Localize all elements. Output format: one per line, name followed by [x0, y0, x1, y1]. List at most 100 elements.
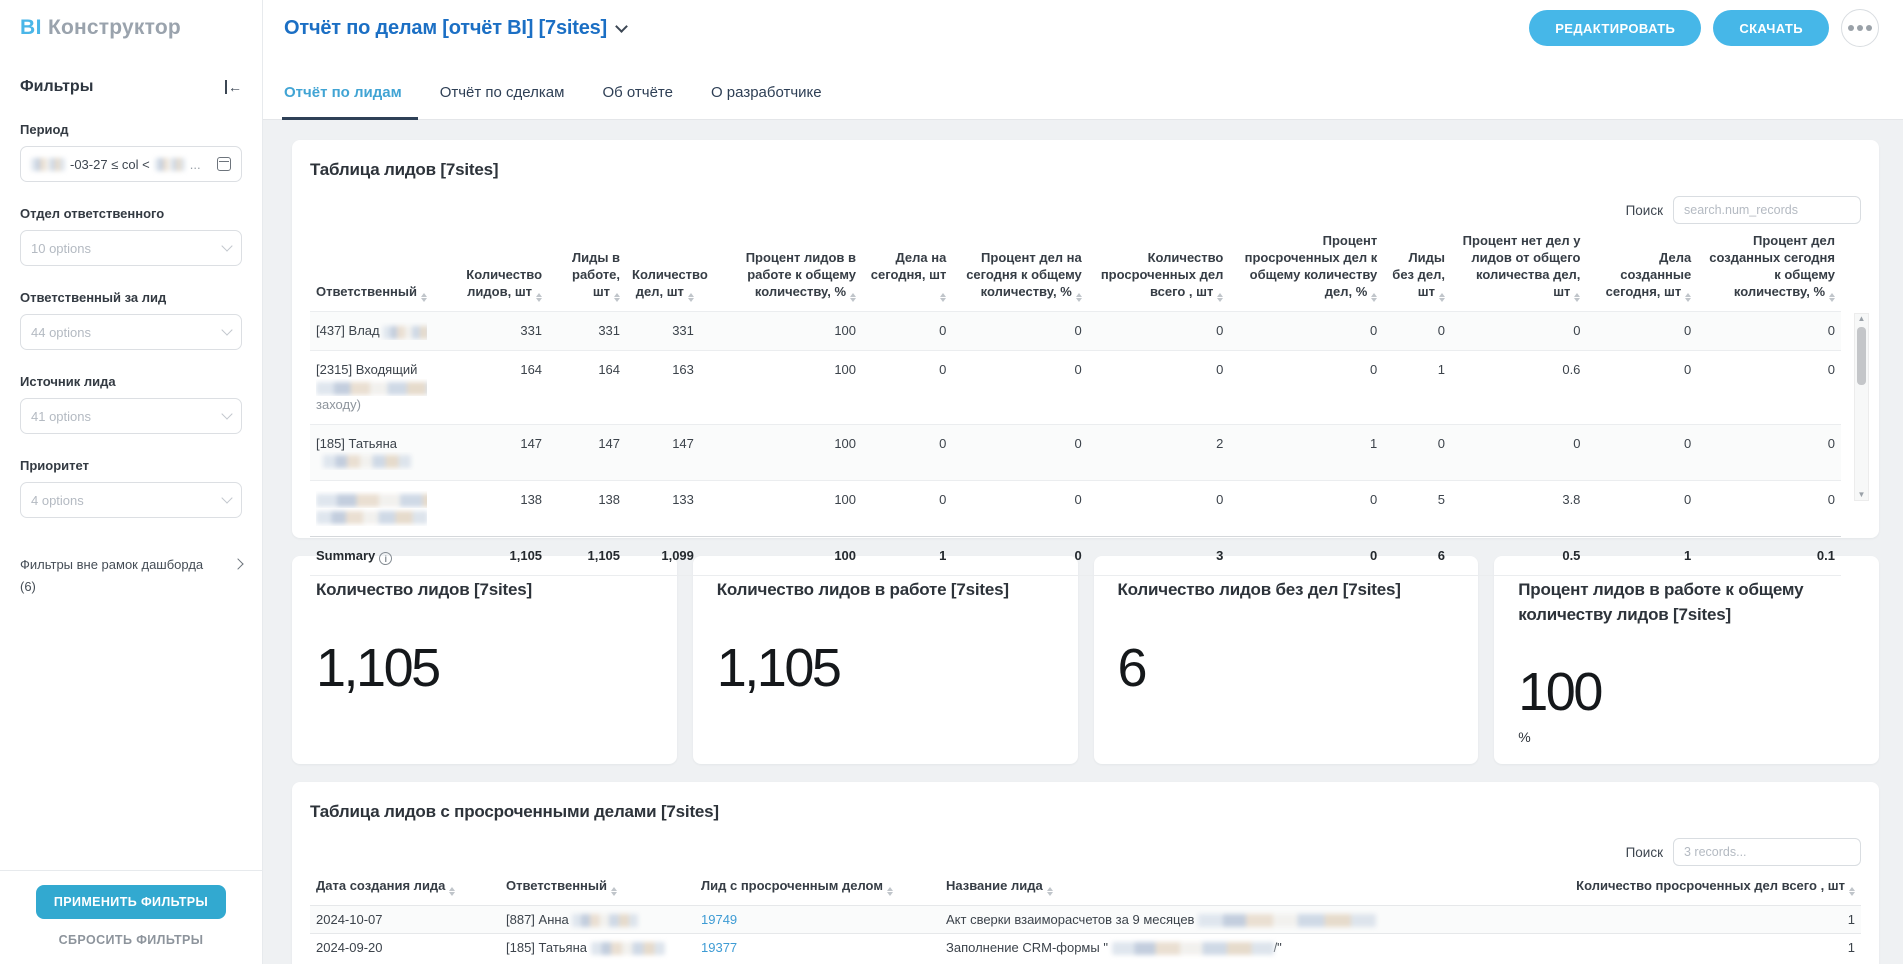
overdue-table-card: Таблица лидов с просроченными делами [7s… [292, 782, 1879, 964]
source-select[interactable]: 41 options [20, 398, 242, 434]
apply-filters-button[interactable]: ПРИМЕНИТЬ ФИЛЬТРЫ [36, 885, 226, 919]
lead-link[interactable]: 19749 [701, 912, 737, 927]
value-cell: 0 [952, 480, 1087, 536]
column-header-label: Лид с просроченным делом [701, 878, 883, 893]
kpi-unit: % [1518, 729, 1855, 745]
chevron-down-icon [221, 492, 232, 503]
column-header[interactable]: Количество просроченных дел всего , шт [1530, 870, 1861, 906]
value-cell: 5 [1383, 480, 1451, 536]
table-row: [2315] Входящийзаходу)164164163100000010… [310, 351, 1841, 425]
responsible-select[interactable]: 44 options [20, 314, 242, 350]
info-icon[interactable]: i [379, 552, 392, 565]
sort-icon [449, 887, 455, 896]
column-header[interactable]: Количество просроченных дел всего , шт [1088, 226, 1230, 312]
priority-select[interactable]: 4 options [20, 482, 242, 518]
filter-label: Приоритет [20, 458, 242, 473]
scroll-up-icon[interactable]: ▲ [1858, 314, 1866, 324]
report-title: Отчёт по делам [отчёт BI] [7sites] [284, 17, 607, 40]
edit-button[interactable]: РЕДАКТИРОВАТЬ [1529, 10, 1701, 46]
redacted-text [155, 158, 185, 171]
leads-search-input[interactable] [1673, 196, 1861, 224]
column-header[interactable]: Процент просроченных дел к общему количе… [1229, 226, 1383, 312]
download-button[interactable]: СКАЧАТЬ [1713, 10, 1829, 46]
filter-label: Отдел ответственного [20, 206, 242, 221]
value-cell: 331 [548, 312, 626, 351]
filters-sidebar: Фильтры ← Период -03-27 ≤ col < ... Отде… [0, 56, 263, 964]
tab-Отчёт по сделкам[interactable]: Отчёт по сделкам [440, 84, 565, 119]
department-select[interactable]: 10 options [20, 230, 242, 266]
lead-id-cell: 19749 [695, 906, 940, 934]
column-header[interactable]: Дела созданные сегодня, шт [1586, 226, 1697, 312]
summary-value-cell: 1 [862, 536, 952, 576]
column-header[interactable]: Лиды в работе, шт [548, 226, 626, 312]
value-cell: 0 [1697, 312, 1841, 351]
lead-link[interactable]: 19377 [701, 940, 737, 955]
value-cell: 0 [1697, 351, 1841, 425]
sort-icon [1849, 887, 1855, 896]
column-header[interactable]: Дела на сегодня, шт [862, 226, 952, 312]
overdue-search-input[interactable] [1673, 838, 1861, 866]
reset-filters-button[interactable]: СБРОСИТЬ ФИЛЬТРЫ [59, 933, 204, 947]
sort-icon [611, 887, 617, 896]
header-row: Дата создания лида Ответственный Лид с про… [310, 870, 1861, 906]
column-header[interactable]: Название лида [940, 870, 1530, 906]
column-header[interactable]: Процент лидов в работе к общему количест… [700, 226, 862, 312]
kpi-card-leads-count: Количество лидов [7sites] 1,105 [292, 556, 677, 764]
column-header[interactable]: Количество дел, шт [626, 226, 700, 312]
name-line [316, 491, 427, 509]
filter-label: Период [20, 122, 242, 137]
responsible-cell: [185] Татьяна [500, 934, 695, 962]
column-header-label: Ответственный [506, 878, 607, 893]
logo-word: Конструктор [48, 16, 181, 40]
column-header-label: Процент нет дел у лидов от общего количе… [1463, 233, 1581, 299]
overdue-table-title: Таблица лидов с просроченными делами [7s… [310, 802, 1861, 822]
app-logo: BI Конструктор [0, 0, 263, 56]
summary-value-cell: 1 [1586, 536, 1697, 576]
ellipsis: ... [190, 157, 201, 172]
column-header[interactable]: Процент дел на сегодня к общему количест… [952, 226, 1087, 312]
column-header[interactable]: Лид с просроченным делом [695, 870, 940, 906]
column-header-label: Лиды без дел, шт [1392, 250, 1445, 299]
period-input[interactable]: -03-27 ≤ col < ... [20, 146, 242, 182]
scroll-down-icon[interactable]: ▼ [1858, 490, 1866, 500]
overdue-table-grid: Дата создания лида Ответственный Лид с про… [310, 870, 1861, 961]
cell-text: Заполнение CRM-формы " [946, 940, 1112, 955]
column-header[interactable]: Ответственный [500, 870, 695, 906]
outer-filters-toggle[interactable]: Фильтры вне рамок дашборда (6) [20, 554, 242, 598]
column-header[interactable]: Лиды без дел, шт [1383, 226, 1451, 312]
column-header[interactable]: Процент дел созданных сегодня к общему к… [1697, 226, 1841, 312]
tab-О разработчике[interactable]: О разработчике [711, 84, 822, 119]
table-scrollbar[interactable]: ▲ ▼ [1854, 313, 1869, 501]
column-header[interactable]: Ответственный [310, 226, 433, 312]
sort-icon [1076, 293, 1082, 302]
tab-Об отчёте[interactable]: Об отчёте [602, 84, 673, 119]
column-header-label: Дата создания лида [316, 878, 445, 893]
summary-label-cell: Summaryi [310, 536, 433, 576]
cell-text: /" [1274, 940, 1282, 955]
name-line [316, 508, 427, 526]
column-header[interactable]: Процент нет дел у лидов от общего количе… [1451, 226, 1586, 312]
value-cell: 0.6 [1451, 351, 1586, 425]
column-header-label: Количество просроченных дел всего , шт [1576, 878, 1845, 893]
value-cell: 133 [626, 480, 700, 536]
select-value: 44 options [31, 325, 91, 340]
value-cell: 147 [626, 424, 700, 480]
responsible-cell: [887] Анна [500, 906, 695, 934]
calendar-icon[interactable] [217, 157, 231, 171]
value-cell: 0 [952, 351, 1087, 425]
more-options-button[interactable] [1841, 9, 1879, 47]
tab-label: Об отчёте [602, 84, 673, 101]
report-title-dropdown[interactable]: Отчёт по делам [отчёт BI] [7sites] [284, 17, 626, 40]
select-value: 10 options [31, 241, 91, 256]
column-header[interactable]: Количество лидов, шт [433, 226, 548, 312]
value-cell: 0 [1229, 480, 1383, 536]
value-cell: 100 [700, 351, 862, 425]
dot-icon [1857, 25, 1863, 31]
tab-Отчёт по лидам[interactable]: Отчёт по лидам [284, 84, 402, 119]
responsible-cell: [437] Влад [310, 312, 433, 351]
overdue-count-cell: 1 [1530, 934, 1861, 962]
scrollbar-thumb[interactable] [1857, 327, 1866, 385]
collapse-sidebar-icon[interactable]: ← [225, 80, 242, 94]
column-header[interactable]: Дата создания лида [310, 870, 500, 906]
value-cell: 3.8 [1451, 480, 1586, 536]
